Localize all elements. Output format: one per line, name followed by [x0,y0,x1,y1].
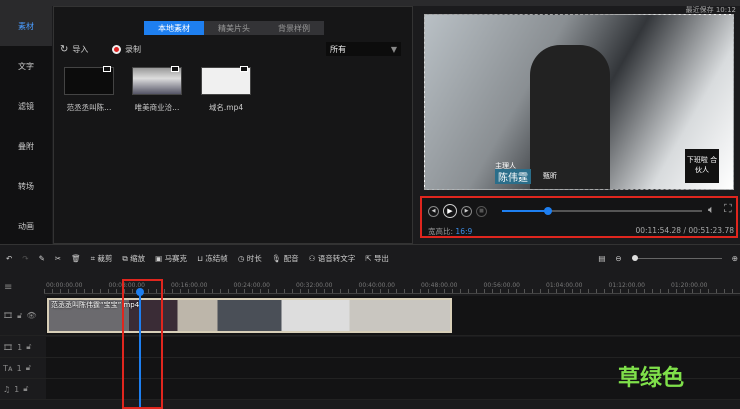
lock-icon: 🔓︎ [26,342,32,351]
player-controls: ◀ ▶ ▶ ■ 🔈︎ ⛶ 宽高比: 16:9 00:11:54.28 / 00:… [420,196,738,238]
fit-icon[interactable]: ▤ [598,254,605,263]
zoom-out-icon[interactable]: ⊖ [615,254,621,263]
zoom-in-icon[interactable]: ⊕ [732,254,738,263]
eye-icon: 👁︎ [26,311,37,320]
lock-icon: 🔓︎ [17,310,23,320]
media-library: 本地素材 精美片头 背景样例 ↻ 导入 录制 所有 ▼ 范丞丞叫陈... 唯美商业洽… [53,6,413,244]
media-thumb[interactable] [64,66,114,95]
watermark-label: 草绿色 [618,366,685,391]
media-name: 域名.mp4 [208,103,244,112]
freeze-button[interactable]: ⊔ 冻结帧 [197,253,228,264]
ruler-tick-label: 01:04:00.00 [546,282,583,289]
time-readout: 00:11:54.28 / 00:51:23.78 [635,226,734,235]
tab-intro[interactable]: 精美片头 [204,21,264,35]
video-preview[interactable]: 主理人 陈伟霆 甄昕 下班啦 合伙人 [424,14,734,190]
volume-icon[interactable]: 🔈︎ [708,203,715,217]
film-icon: 🎞︎ [3,342,14,352]
video-track-1: 🎞︎ 1 🔓︎ [0,337,740,358]
chevron-down-icon: ▼ [390,44,397,54]
next-frame-icon[interactable]: ▶ [461,205,472,217]
delete-icon[interactable]: 🗑︎ [71,254,81,263]
lock-icon: 🔓︎ [25,363,31,372]
video-icon [171,66,179,72]
fullscreen-icon[interactable]: ⛶ [724,202,732,216]
sidebar-item-animation[interactable]: 动画 [0,206,52,246]
sidebar-item-transition[interactable]: 转场 [0,166,52,206]
mosaic-button[interactable]: ▣ 马赛克 [155,253,187,264]
ruler-tick-label: 01:12:00.00 [608,282,646,289]
crop-button[interactable]: ⌗ 裁剪 [91,253,113,264]
stop-icon[interactable]: ■ [476,205,487,217]
import-button[interactable]: ↻ 导入 [60,44,88,55]
lock-icon: 🔓︎ [23,384,29,393]
ruler-tick-label: 00:00:00.00 [46,282,83,289]
media-thumb[interactable] [132,66,182,95]
dub-button[interactable]: 🎙︎ 配音 [272,253,299,264]
ruler-tick-label: 00:32:00.00 [296,282,333,289]
show-logo: 下班啦 合伙人 [685,149,719,183]
person-figure [530,45,610,189]
play-icon[interactable]: ▶ [443,204,457,218]
zoom-button[interactable]: ⧉ 缩放 [122,253,145,264]
sidebar-item-filter[interactable]: 滤镜 [0,86,52,126]
film-icon: 🎞︎ [3,311,14,320]
ruler-tick-label: 01:20:00.00 [671,282,708,289]
import-icon: ↻ [60,44,69,55]
sidebar-item-material[interactable]: 素材 [0,6,52,46]
record-icon [112,45,121,54]
timeline-zoom-slider[interactable] [631,255,722,261]
music-icon: ♫ [3,384,11,394]
sidebar-item-text[interactable]: 文字 [0,46,52,86]
seek-bar[interactable] [502,207,702,215]
text-icon: Tᴀ [3,363,13,373]
ruler-tick-label: 00:56:00.00 [483,282,521,289]
ruler-tick-label: 00:24:00.00 [233,282,271,289]
sidebar: 素材 文字 滤镜 叠附 转场 动画 配乐 [0,6,52,271]
ruler-tick-label: 00:48:00.00 [421,282,458,289]
tab-local[interactable]: 本地素材 [144,21,204,35]
cut-icon[interactable]: ✂ [55,254,61,263]
video-icon [103,66,111,72]
media-thumb[interactable] [201,66,251,95]
previous-frame-icon[interactable]: ◀ [428,205,439,217]
export-button[interactable]: ⇱ 导出 [365,253,389,264]
highlight-box [122,279,163,409]
seek-handle[interactable] [544,207,552,215]
edit-toolbar: ↶ ↷ ✎ ✂ 🗑︎ ⌗ 裁剪 ⧉ 缩放 ▣ 马赛克 ⊔ 冻结帧 ◷ 时长 🎙︎ 配音… [0,244,740,272]
sidebar-item-overlay[interactable]: 叠附 [0,126,52,166]
tab-background[interactable]: 背景样例 [264,21,324,35]
ruler-tick-label: 00:16:00.00 [171,282,208,289]
ruler-tick-label: 00:40:00.00 [358,282,396,289]
redo-icon[interactable]: ↷ [22,254,28,263]
timeline-clip[interactable]: 范丞丞叫陈伟霆“宝宝”.mp4 [47,298,452,333]
media-name: 范丞丞叫陈... [66,103,112,112]
edit-icon[interactable]: ✎ [39,254,45,263]
video-icon [240,66,248,72]
track-menu-icon[interactable]: ≡ [4,282,12,293]
duration-button[interactable]: ◷ 时长 [238,253,262,264]
undo-icon[interactable]: ↶ [6,254,12,263]
aspect-ratio-value[interactable]: 16:9 [455,227,472,236]
media-name: 唯美商业洽... [134,103,180,112]
speech-to-text-button[interactable]: ⚇ 语音转文字 [309,253,356,264]
record-button[interactable]: 录制 [112,44,141,55]
filter-select[interactable]: 所有 ▼ [326,42,401,56]
